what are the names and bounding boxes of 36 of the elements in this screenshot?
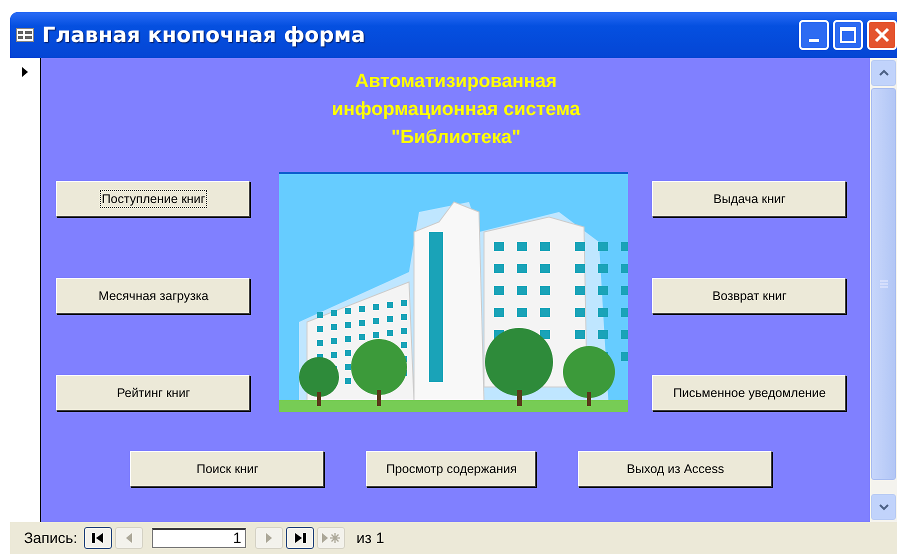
scrollbar-thumb[interactable]: [871, 88, 896, 480]
last-record-icon: [293, 532, 308, 544]
window-title: Главная кнопочная форма: [42, 23, 366, 47]
record-nav-button[interactable]: [84, 527, 112, 549]
next-record-icon: [265, 532, 274, 544]
form-button[interactable]: Письменное уведомление: [652, 375, 846, 411]
form-button[interactable]: Просмотр содержания: [366, 451, 536, 487]
form-button[interactable]: Выход из Access: [578, 451, 772, 487]
first-record-icon: [91, 532, 106, 544]
form-title: Автоматизированная: [355, 70, 557, 94]
maximize-icon: [839, 26, 857, 44]
new-record-icon: [321, 532, 342, 544]
scroll-up-button[interactable]: [871, 60, 896, 86]
minimize-button[interactable]: [799, 20, 829, 50]
form-icon: [16, 28, 34, 42]
previous-record-icon: [125, 532, 134, 544]
form-button[interactable]: Поступление книг: [56, 181, 250, 217]
form-button[interactable]: Рейтинг книг: [56, 375, 250, 411]
form-button[interactable]: Выдача книг: [652, 181, 846, 217]
record-number-field[interactable]: 1: [152, 528, 246, 548]
form-title: информационная система: [332, 98, 580, 122]
record-nav-button[interactable]: [286, 527, 314, 549]
close-icon: [873, 26, 891, 44]
record-count: из 1: [356, 530, 384, 546]
chevron-down-icon: [878, 503, 890, 511]
form-button[interactable]: Месячная загрузка: [56, 278, 250, 314]
form-title: "Библиотека": [391, 126, 521, 150]
close-button[interactable]: [867, 20, 897, 50]
form-button[interactable]: Возврат книг: [652, 278, 846, 314]
chevron-up-icon: [878, 69, 890, 77]
minimize-icon: [809, 38, 819, 42]
record-pointer-icon: [21, 66, 30, 78]
scroll-down-button[interactable]: [871, 494, 896, 520]
form-button[interactable]: Поиск книг: [130, 451, 324, 487]
maximize-button[interactable]: [833, 20, 863, 50]
record-label: Запись:: [24, 530, 78, 546]
